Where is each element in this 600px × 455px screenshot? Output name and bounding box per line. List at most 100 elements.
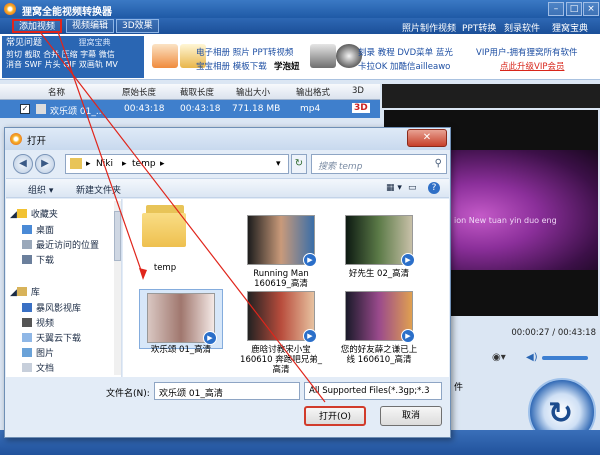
ppt-photo-icon[interactable] — [152, 44, 178, 68]
file-item-video[interactable]: ▶ Running Man 160619_高清 — [239, 215, 323, 289]
faq-panel: 常见问题 狸窝宝典 剪切 截取 合并 压缩 字幕 微信 消音 SWF 片头 GI… — [2, 36, 144, 78]
nav-item-downloads[interactable]: 下载 — [22, 253, 54, 267]
file-name: 好先生 02_高清 — [348, 269, 410, 279]
filetype-select[interactable]: All Supported Files(*.3gp;*.3 — [304, 382, 442, 400]
col-3d[interactable]: 3D — [352, 86, 364, 96]
filename-input[interactable]: 欢乐颂 01_高清 — [154, 382, 300, 400]
chevron-down-icon[interactable]: ▾ — [276, 159, 281, 169]
edit-video-button[interactable]: 视频编辑 — [66, 19, 115, 33]
col-output-size[interactable]: 输出大小 — [236, 86, 270, 98]
3d-effect-button[interactable]: 3D效果 — [116, 19, 159, 33]
ppt-convert-link[interactable]: PPT转换 — [462, 21, 496, 34]
table-row[interactable]: ✓ 欢乐颂 01_... 00:43:18 00:43:18 771.18 MB… — [0, 100, 380, 118]
file-item-folder[interactable]: temp — [123, 201, 207, 273]
faq-brand[interactable]: 狸窝宝典 — [79, 38, 111, 47]
pictures-icon — [22, 348, 32, 357]
file-name: Running Man 160619_高清 — [253, 269, 309, 289]
chevron-icon[interactable]: ▸ — [86, 159, 91, 169]
file-name: 鹿晗讨教宋小宝 160610 奔跑吧兄弟_高清 — [240, 345, 322, 375]
nav-item-cloud[interactable]: 天翼云下载 — [22, 331, 81, 345]
album-links-line2[interactable]: 宝宝相册 模板下载 — [196, 60, 267, 72]
row-3d-badge[interactable]: 3D — [352, 103, 370, 113]
vip-upgrade-link[interactable]: 点此升级VIP会员 — [500, 60, 564, 72]
burn-links-line1[interactable]: 刻录 教程 DVD菜单 蓝光 — [358, 46, 453, 58]
path-segment[interactable]: temp — [132, 159, 156, 169]
maximize-button[interactable]: □ — [566, 2, 582, 16]
row-cut: 00:43:18 — [180, 104, 221, 114]
nav-item-videos[interactable]: 视频 — [22, 316, 54, 330]
nav-item-label: 天翼云下载 — [36, 334, 82, 344]
file-item-video[interactable]: ▶ 鹿晗讨教宋小宝 160610 奔跑吧兄弟_高清 — [239, 291, 323, 375]
scrollbar-thumb[interactable] — [114, 211, 121, 261]
photo-video-link[interactable]: 照片制作视频 — [402, 21, 456, 34]
new-folder-button[interactable]: 新建文件夹 — [76, 183, 121, 196]
forward-button[interactable]: ▶ — [35, 154, 55, 174]
album-links-line1[interactable]: 电子相册 照片 PPT转视频 — [196, 46, 293, 58]
learn-link[interactable]: 学泡妞 — [274, 60, 300, 72]
expand-icon[interactable]: ◢ — [10, 288, 17, 298]
favorites-header[interactable]: ◢ 收藏夹 — [10, 207, 58, 221]
nav-item-label: 暴风影视库 — [36, 304, 82, 314]
nav-item-label: 文档 — [36, 364, 55, 374]
chevron-icon[interactable]: ▸ — [122, 159, 127, 169]
file-item-video[interactable]: ▶ 好先生 02_高清 — [337, 215, 421, 279]
row-format: mp4 — [300, 104, 321, 114]
help-icon[interactable]: ? — [428, 182, 440, 194]
nav-item-pictures[interactable]: 图片 — [22, 346, 54, 360]
row-name: 欢乐颂 01_... — [50, 107, 105, 117]
folder-icon — [70, 158, 82, 169]
dvd-device-icon[interactable] — [310, 44, 336, 68]
volume-icon[interactable]: ◀) — [526, 352, 538, 363]
command-bar: 组织 ▾ 新建文件夹 ▦ ▾ ▭ ? — [6, 178, 449, 198]
back-button[interactable]: ◀ — [13, 154, 33, 174]
faq-links-line2[interactable]: 消音 SWF 片头 GIF 双画轨 MV — [6, 60, 140, 70]
snapshot-icon[interactable]: ◉▾ — [492, 352, 506, 363]
col-orig-length[interactable]: 原始长度 — [122, 86, 156, 98]
nav-item-desktop[interactable]: 桌面 — [22, 223, 54, 237]
library-header[interactable]: ◢ 库 — [10, 285, 40, 299]
cancel-button[interactable]: 取消 — [380, 406, 442, 426]
col-name[interactable]: 名称 — [48, 86, 65, 98]
nav-scrollbar[interactable] — [114, 201, 121, 375]
file-item-video[interactable]: ▶ 您的好友薛之谦已上线 160610_高清 — [337, 291, 421, 365]
dialog-app-icon — [10, 133, 22, 145]
expand-icon[interactable]: ◢ — [10, 210, 17, 220]
col-output-format[interactable]: 输出格式 — [296, 86, 330, 98]
convert-arrow-icon: ↻ — [548, 396, 574, 431]
faq-links-line1[interactable]: 剪切 截取 合并 压缩 字幕 微信 — [6, 50, 140, 60]
app-logo-icon — [4, 3, 16, 15]
path-segment[interactable]: Niki — [96, 159, 113, 169]
burn-links-line2[interactable]: 卡拉OK 加酷信ailleawo — [358, 60, 450, 72]
preview-pane-icon[interactable]: ▭ — [408, 183, 417, 193]
dialog-title: 打开 — [27, 136, 47, 147]
volume-slider[interactable] — [542, 356, 588, 360]
add-video-button[interactable]: 添加视频 — [12, 19, 63, 33]
row-orig: 00:43:18 — [124, 104, 165, 114]
address-bar[interactable]: ▸ Niki ▸ temp ▸ ▾ — [65, 154, 289, 174]
faq-title[interactable]: 常见问题 — [6, 38, 42, 48]
nav-item-recent[interactable]: 最近访问的位置 — [22, 238, 99, 252]
file-item-video-selected[interactable]: ▶ 欢乐颂 01_高清 — [139, 289, 223, 355]
close-app-button[interactable]: × — [583, 2, 599, 16]
search-input[interactable]: 搜索 temp ⚲ — [311, 154, 447, 174]
nav-item-documents[interactable]: 文档 — [22, 361, 54, 375]
desktop-icon — [22, 225, 32, 234]
minimize-button[interactable]: – — [548, 2, 564, 16]
chevron-icon[interactable]: ▸ — [160, 159, 165, 169]
play-icon: ▶ — [401, 329, 415, 343]
search-placeholder: 搜索 temp — [318, 162, 363, 172]
col-cut-length[interactable]: 截取长度 — [180, 86, 214, 98]
burn-software-link[interactable]: 刻录软件 — [504, 21, 540, 34]
open-button[interactable]: 打开(O) — [304, 406, 366, 426]
row-checkbox[interactable]: ✓ — [20, 104, 30, 114]
search-icon[interactable]: ⚲ — [435, 158, 442, 169]
dialog-close-button[interactable]: ✕ — [407, 129, 447, 147]
nav-item-storm-library[interactable]: 暴风影视库 — [22, 301, 81, 315]
address-row: ◀ ▶ ▸ Niki ▸ temp ▸ ▾ ↻ 搜索 temp ⚲ — [11, 152, 448, 176]
guide-link[interactable]: 狸窝宝典 — [552, 21, 588, 34]
star-icon — [16, 209, 27, 218]
refresh-button[interactable]: ↻ — [291, 154, 307, 174]
nav-item-label: 下载 — [36, 256, 55, 266]
view-options-icon[interactable]: ▦ ▾ — [386, 183, 402, 193]
organize-menu[interactable]: 组织 ▾ — [28, 183, 53, 196]
